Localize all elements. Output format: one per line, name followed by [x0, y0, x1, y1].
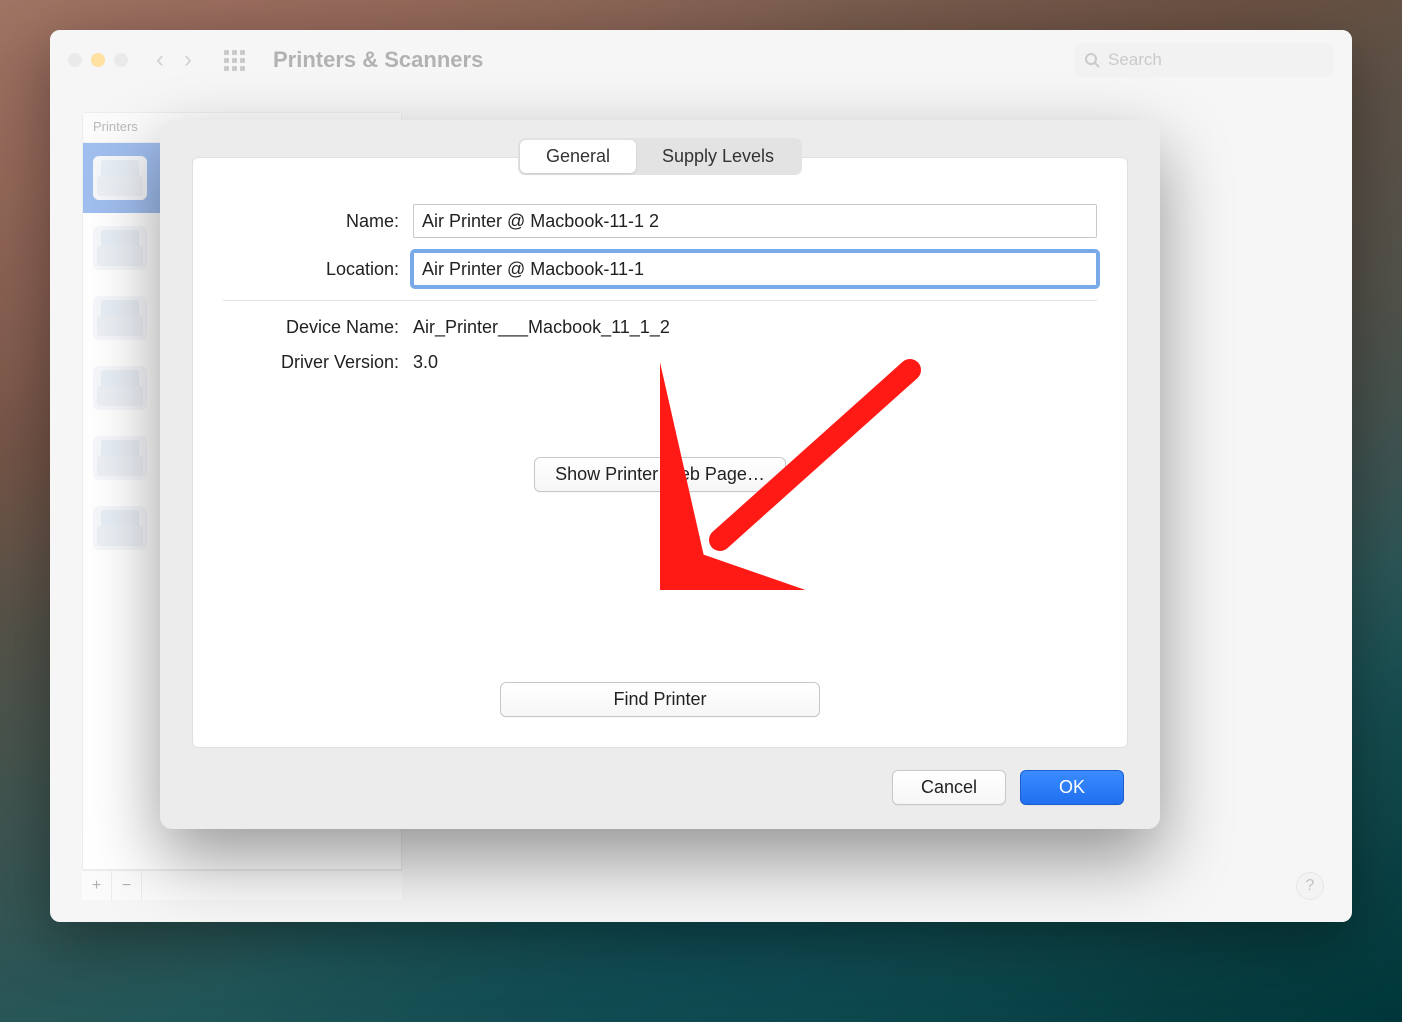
dialog-actions: Cancel OK: [160, 748, 1160, 805]
printer-options-dialog: General Supply Levels Name: Location: De…: [160, 120, 1160, 829]
general-panel: Name: Location: Device Name: Air_Printer…: [192, 157, 1128, 748]
location-row: Location:: [223, 252, 1097, 286]
driver-version-row: Driver Version: 3.0: [223, 352, 1097, 373]
driver-version-value: 3.0: [413, 352, 1097, 373]
show-printer-web-page-button[interactable]: Show Printer Web Page…: [534, 457, 786, 492]
separator: [223, 300, 1097, 301]
tab-row: General Supply Levels: [160, 120, 1160, 175]
name-label: Name:: [223, 211, 413, 232]
device-name-label: Device Name:: [223, 317, 413, 338]
driver-version-label: Driver Version:: [223, 352, 413, 373]
location-label: Location:: [223, 259, 413, 280]
name-row: Name:: [223, 204, 1097, 238]
location-input[interactable]: [413, 252, 1097, 286]
tab-supply-levels[interactable]: Supply Levels: [636, 140, 800, 173]
ok-button[interactable]: OK: [1020, 770, 1124, 805]
find-printer-button[interactable]: Find Printer: [500, 682, 820, 717]
cancel-button[interactable]: Cancel: [892, 770, 1006, 805]
name-input[interactable]: [413, 204, 1097, 238]
tab-segment: General Supply Levels: [518, 138, 802, 175]
device-name-row: Device Name: Air_Printer___Macbook_11_1_…: [223, 317, 1097, 338]
tab-general[interactable]: General: [520, 140, 636, 173]
device-name-value: Air_Printer___Macbook_11_1_2: [413, 317, 1097, 338]
